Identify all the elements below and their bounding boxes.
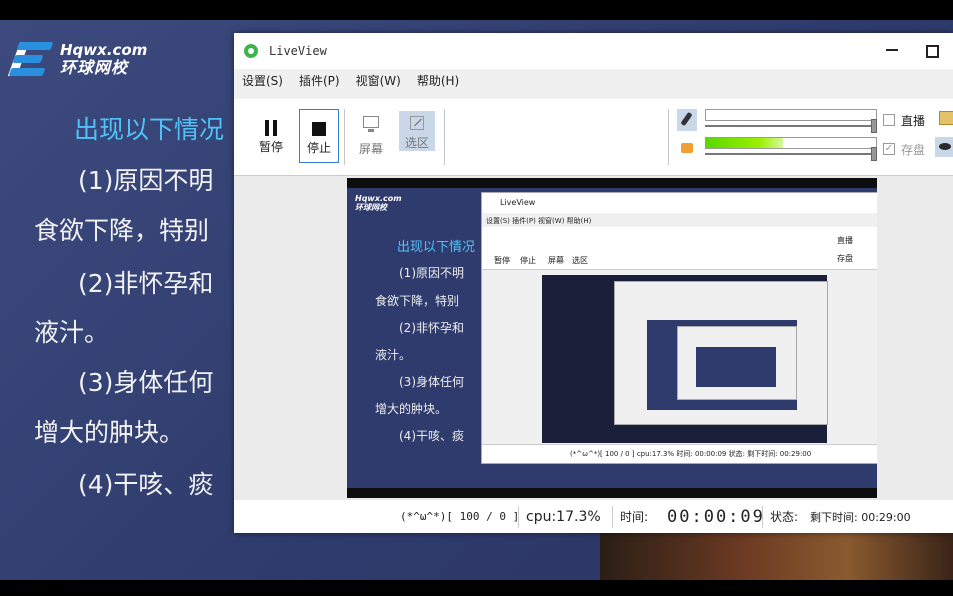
save-checkbox[interactable]: ✓ (883, 143, 895, 155)
preview-logo: Hqwx.com 环球网校 (355, 194, 402, 212)
preview-logo-cn: 环球网校 (355, 203, 387, 212)
screen-capture-button[interactable]: 屏幕 (354, 111, 388, 163)
pause-label: 暂停 (258, 140, 283, 154)
liveview-app-icon (241, 41, 261, 61)
preview-line: 出现以下情况 (397, 240, 476, 255)
slide-title: 出现以下情况 (74, 115, 225, 144)
slide-line: 液汁。 (34, 318, 110, 347)
speaker-button[interactable] (677, 137, 697, 159)
speaker-volume-track (705, 153, 875, 155)
speaker-level-meter (705, 137, 877, 149)
liveview-window: LiveView 设置(S) 插件(P) 视窗(W) 帮助(H) 暂停 停止 屏… (234, 33, 953, 533)
nested-menu: 设置(S) 插件(P) 视窗(W) 帮助(H) (486, 217, 592, 225)
nested-preview-3 (696, 347, 776, 387)
preview-line: (1)原因不明 (399, 266, 464, 280)
minimize-button[interactable] (886, 49, 898, 51)
nested-live: 直播 (837, 236, 853, 245)
nested-save: 存盘 (837, 254, 853, 263)
preview-line: 增大的肿块。 (375, 402, 448, 416)
toolbar: 暂停 停止 屏幕 选区 直播 ✓ 存盘 (234, 99, 953, 176)
microphone-button[interactable] (677, 109, 697, 131)
preview-line: (3)身体任何 (399, 375, 464, 389)
hqwx-logo-mark (4, 38, 54, 80)
elapsed-time: 00:00:09 (667, 506, 765, 527)
nested-titlebar: LiveView (482, 193, 877, 213)
mic-volume-slider[interactable] (871, 119, 877, 133)
preview-line: (2)非怀孕和 (399, 321, 464, 335)
speaker-volume-slider[interactable] (871, 147, 877, 161)
stop-label: 停止 (306, 141, 331, 155)
save-label: 存盘 (901, 143, 926, 157)
preview-line: (4)干咳、痰 (399, 429, 464, 443)
nested-status-text: (*^ω^*)[ 100 / 0 ] cpu:17.3% 时间: 00:00:0… (570, 450, 812, 458)
preview-line: 食欲下降，特别 (375, 294, 460, 308)
presenter-video (600, 528, 953, 580)
live-checkbox[interactable] (883, 114, 895, 126)
nested-preview (542, 275, 828, 443)
monitor-icon (363, 116, 379, 132)
hqwx-logo: Hqwx.com 环球网校 (4, 38, 147, 80)
folder-icon[interactable] (939, 111, 953, 125)
slide-line: 增大的肿块。 (34, 418, 185, 447)
status-label: 状态: (770, 510, 799, 524)
maximize-button[interactable] (926, 45, 939, 58)
menu-window[interactable]: 视窗(W) (348, 72, 409, 89)
slide-line: 食欲下降，特别 (34, 216, 210, 245)
nested-screen: 屏幕 (548, 256, 564, 265)
status-bar: (*^ω^*)[ 100 / 0 ] cpu:17.3% 时间: 00:00:0… (234, 500, 953, 533)
screen-label: 屏幕 (358, 142, 383, 156)
toolbar-divider (668, 109, 669, 165)
preview-line: 液汁。 (375, 348, 412, 362)
preview-toggle-button[interactable] (935, 137, 953, 157)
region-capture-button[interactable]: 选区 (399, 111, 435, 151)
microphone-icon (680, 111, 693, 127)
status-divider (518, 506, 519, 528)
nested-toolbar: 暂停 停止 屏幕 选区 直播 存盘 (482, 227, 877, 270)
time-label: 时间: (620, 510, 649, 524)
live-label: 直播 (901, 114, 926, 128)
mic-level-meter (705, 109, 877, 121)
speaker-level-fill (706, 138, 783, 148)
nested-stop: 停止 (520, 256, 536, 265)
eye-icon (939, 143, 951, 150)
slide-line: (1)原因不明 (78, 166, 214, 195)
fps-indicator: (*^ω^*)[ 100 / 0 ] (400, 510, 520, 523)
preview-image: Hqwx.com 环球网校 出现以下情况 (1)原因不明 食欲下降，特别 (2)… (347, 178, 877, 498)
stop-icon (312, 122, 326, 136)
nested-statusbar: (*^ω^*)[ 100 / 0 ] cpu:17.3% 时间: 00:00:0… (482, 444, 877, 463)
nested-liveview-window: LiveView 设置(S) 插件(P) 视窗(W) 帮助(H) 暂停 停止 屏… (481, 192, 877, 464)
stop-button[interactable]: 停止 (299, 109, 339, 163)
region-label: 选区 (404, 136, 429, 150)
menu-settings[interactable]: 设置(S) (234, 72, 291, 89)
nested-preview-2 (647, 320, 797, 410)
toolbar-divider (344, 109, 345, 165)
nested-title: LiveView (500, 198, 536, 207)
cpu-usage: cpu:17.3% (526, 508, 601, 525)
slide-line: (3)身体任何 (78, 368, 214, 397)
pause-icon (264, 120, 278, 136)
status-divider (762, 506, 763, 528)
logo-text-en: Hqwx.com (60, 41, 148, 59)
menu-plugins[interactable]: 插件(P) (291, 72, 348, 89)
preview-logo-en: Hqwx.com (355, 194, 402, 203)
nested-liveview-window-2 (614, 281, 828, 425)
window-title: LiveView (269, 44, 327, 58)
menu-bar: 设置(S) 插件(P) 视窗(W) 帮助(H) (234, 69, 953, 91)
region-select-icon (410, 116, 424, 130)
title-bar[interactable]: LiveView (234, 33, 953, 69)
logo-text-cn: 环球网校 (60, 58, 129, 77)
menu-help[interactable]: 帮助(H) (409, 72, 467, 89)
remaining-time: 剩下时间: 00:29:00 (810, 510, 911, 524)
preview-area: Hqwx.com 环球网校 出现以下情况 (1)原因不明 食欲下降，特别 (2)… (234, 176, 953, 500)
nested-liveview-window-3 (677, 326, 797, 400)
status-divider (612, 506, 613, 528)
slide-line: (4)干咳、痰 (78, 470, 214, 499)
toolbar-divider (444, 109, 445, 165)
mic-volume-track (705, 125, 875, 127)
pause-button[interactable]: 暂停 (256, 111, 286, 161)
nested-region: 选区 (572, 256, 588, 265)
nested-pause: 暂停 (494, 256, 510, 265)
speaker-icon (681, 143, 693, 153)
slide-line: (2)非怀孕和 (78, 269, 214, 298)
